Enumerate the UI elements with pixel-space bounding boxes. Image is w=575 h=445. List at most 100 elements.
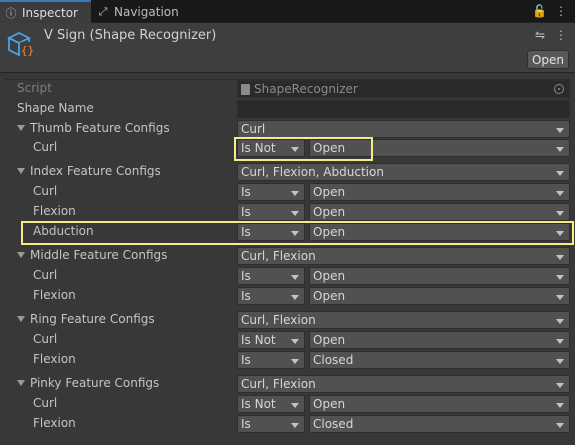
chevron-down-icon: [556, 191, 564, 196]
group-mask-value: Curl: [241, 122, 266, 136]
settings-sliders-icon[interactable]: ⇋: [535, 28, 545, 42]
state-dropdown[interactable]: Open: [309, 223, 570, 241]
chevron-down-icon: [291, 295, 299, 300]
group-mask-dropdown[interactable]: Curl: [237, 120, 570, 138]
tab-navigation[interactable]: ⤢ Navigation: [97, 0, 179, 23]
mode-dropdown[interactable]: Is: [237, 351, 305, 369]
config-row: Curl Is Open: [0, 266, 575, 286]
mode-dropdown[interactable]: Is: [237, 415, 305, 433]
config-label: Curl: [33, 184, 58, 198]
foldout-arrow-icon[interactable]: [17, 380, 25, 386]
chevron-down-icon: [291, 211, 299, 216]
group-label[interactable]: Pinky Feature Configs: [30, 376, 159, 390]
group-label[interactable]: Thumb Feature Configs: [30, 121, 170, 135]
mode-dropdown[interactable]: Is Not: [237, 331, 305, 349]
chevron-down-icon: [556, 128, 564, 133]
script-label: Script: [17, 81, 52, 95]
foldout-arrow-icon[interactable]: [17, 168, 25, 174]
group-row-thumb: Thumb Feature Configs Curl: [0, 119, 575, 139]
mode-value: Is Not: [241, 333, 276, 347]
foldout-arrow-icon[interactable]: [17, 125, 25, 131]
state-value: Open: [313, 333, 346, 347]
chevron-down-icon: [556, 147, 564, 152]
chevron-down-icon: [556, 339, 564, 344]
state-value: Open: [313, 397, 346, 411]
state-dropdown[interactable]: Open: [309, 139, 570, 157]
group-row-middle: Middle Feature Configs Curl, Flexion: [0, 246, 575, 266]
mode-dropdown[interactable]: Is: [237, 267, 305, 285]
group-row-pinky: Pinky Feature Configs Curl, Flexion: [0, 374, 575, 394]
config-row: Abduction Is Open: [0, 222, 575, 242]
mode-dropdown[interactable]: Is: [237, 287, 305, 305]
config-label: Curl: [33, 140, 58, 154]
svg-text:{}: {}: [21, 44, 34, 57]
chevron-down-icon: [556, 211, 564, 216]
state-dropdown[interactable]: Closed: [309, 415, 570, 433]
mode-dropdown[interactable]: Is Not: [237, 395, 305, 413]
config-row: Flexion Is Open: [0, 202, 575, 222]
state-dropdown[interactable]: Open: [309, 331, 570, 349]
group-mask-value: Curl, Flexion: [241, 313, 316, 327]
mode-value: Is: [241, 185, 251, 199]
tab-bar-controls: 🔓 ⋮: [532, 4, 567, 18]
inspector-header: {} V Sign (Shape Recognizer) ⇋ ⋮ Open: [0, 23, 575, 73]
state-value: Open: [313, 269, 346, 283]
state-dropdown[interactable]: Open: [309, 395, 570, 413]
state-dropdown[interactable]: Closed: [309, 351, 570, 369]
open-button[interactable]: Open: [527, 50, 569, 69]
mode-dropdown[interactable]: Is Not: [237, 139, 305, 157]
inspector-body: Script ShapeRecognizer Shape Name Thumb …: [0, 74, 575, 445]
mode-value: Is: [241, 205, 251, 219]
group-row-index: Index Feature Configs Curl, Flexion, Abd…: [0, 162, 575, 182]
foldout-arrow-icon[interactable]: [17, 316, 25, 322]
group-label[interactable]: Ring Feature Configs: [30, 312, 155, 326]
state-dropdown[interactable]: Open: [309, 267, 570, 285]
object-picker-icon[interactable]: [554, 84, 564, 94]
mode-dropdown[interactable]: Is: [237, 223, 305, 241]
config-row: Flexion Is Closed: [0, 414, 575, 434]
more-options-icon[interactable]: ⋮: [555, 4, 567, 18]
chevron-down-icon: [291, 423, 299, 428]
foldout-arrow-icon[interactable]: [17, 252, 25, 258]
group-label[interactable]: Middle Feature Configs: [30, 248, 167, 262]
group-mask-value: Curl, Flexion: [241, 249, 316, 263]
header-controls: ⇋ ⋮: [535, 28, 567, 42]
config-label: Abduction: [33, 224, 94, 238]
state-value: Open: [313, 289, 346, 303]
state-value: Closed: [313, 417, 354, 431]
script-value: ShapeRecognizer: [254, 82, 358, 96]
group-mask-dropdown[interactable]: Curl, Flexion: [237, 375, 570, 393]
chevron-down-icon: [291, 339, 299, 344]
state-dropdown[interactable]: Open: [309, 183, 570, 201]
state-value: Open: [313, 225, 346, 239]
tab-inspector[interactable]: ⓘ Inspector: [0, 0, 91, 23]
state-value: Open: [313, 141, 346, 155]
more-options-icon[interactable]: ⋮: [555, 28, 567, 42]
tab-bar: ⓘ Inspector ⤢ Navigation 🔓 ⋮: [0, 0, 575, 23]
config-label: Flexion: [33, 288, 76, 302]
chevron-down-icon: [556, 319, 564, 324]
state-dropdown[interactable]: Open: [309, 287, 570, 305]
mode-dropdown[interactable]: Is: [237, 203, 305, 221]
chevron-down-icon: [291, 191, 299, 196]
shape-name-input[interactable]: [237, 100, 570, 118]
group-mask-value: Curl, Flexion: [241, 377, 316, 391]
group-mask-dropdown[interactable]: Curl, Flexion: [237, 247, 570, 265]
config-row: Curl Is Not Open: [0, 330, 575, 350]
config-label: Flexion: [33, 204, 76, 218]
mode-dropdown[interactable]: Is: [237, 183, 305, 201]
group-row-ring: Ring Feature Configs Curl, Flexion: [0, 310, 575, 330]
chevron-down-icon: [556, 171, 564, 176]
config-label: Flexion: [33, 416, 76, 430]
config-label: Curl: [33, 396, 58, 410]
group-label[interactable]: Index Feature Configs: [30, 164, 161, 178]
script-object-field[interactable]: ShapeRecognizer: [237, 80, 570, 98]
group-mask-dropdown[interactable]: Curl, Flexion, Abduction: [237, 163, 570, 181]
shape-name-row: Shape Name: [0, 99, 575, 119]
group-mask-dropdown[interactable]: Curl, Flexion: [237, 311, 570, 329]
lock-icon[interactable]: 🔓: [532, 4, 547, 18]
config-row: Curl Is Not Open: [0, 394, 575, 414]
chevron-down-icon: [556, 423, 564, 428]
state-value: Closed: [313, 353, 354, 367]
state-dropdown[interactable]: Open: [309, 203, 570, 221]
